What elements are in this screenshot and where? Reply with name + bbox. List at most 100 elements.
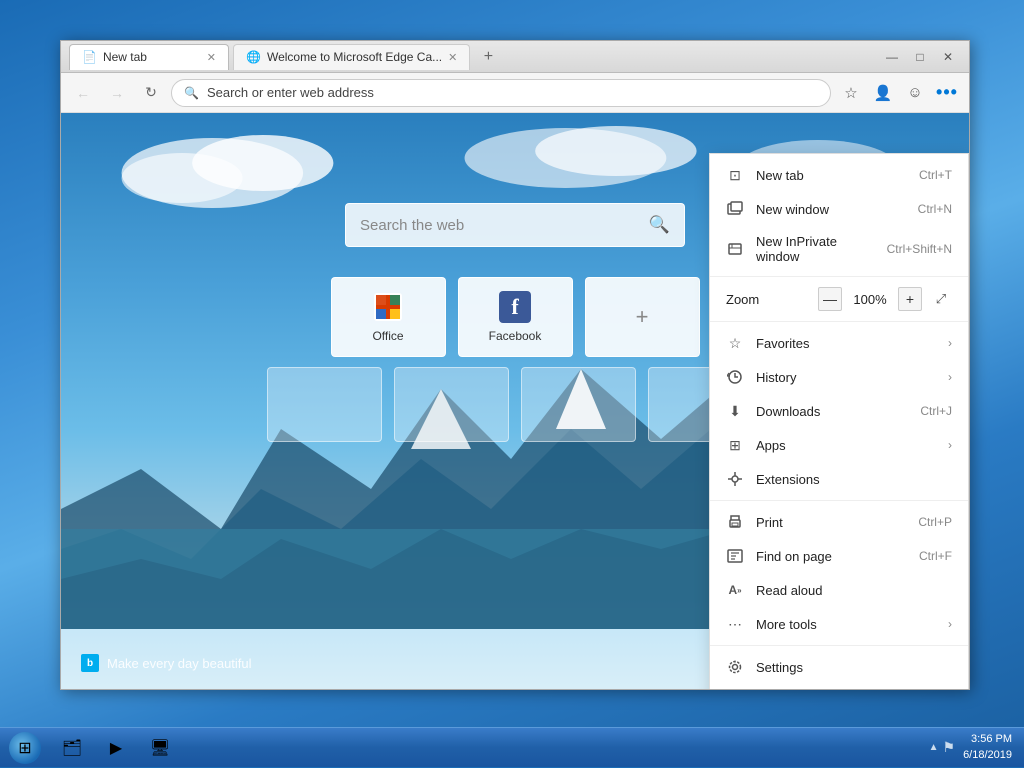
search-icon-address: 🔍 xyxy=(184,86,199,100)
menu-arrow-history: › xyxy=(948,370,952,384)
menu-item-print[interactable]: Print Ctrl+P xyxy=(710,505,968,539)
zoom-row: Zoom — 100% + ⤢ xyxy=(710,281,968,317)
search-box[interactable]: Search the web 🔍 xyxy=(345,203,685,247)
zoom-label: Zoom xyxy=(726,292,810,307)
address-bar: ← → ↻ 🔍 Search or enter web address ☆ 👤 … xyxy=(61,73,969,113)
menu-item-downloads[interactable]: ⬇ Downloads Ctrl+J xyxy=(710,394,968,428)
toolbar-icons: ☆ 👤 ☺ ••• xyxy=(837,79,961,107)
tab-icon-1: 📄 xyxy=(82,50,97,64)
refresh-button[interactable]: ↻ xyxy=(137,79,165,107)
search-placeholder: Search the web xyxy=(360,217,639,234)
taskbar-media-player[interactable]: ▶ xyxy=(96,729,136,767)
menu-divider-4 xyxy=(710,645,968,646)
shortcut-facebook[interactable]: f Facebook xyxy=(458,277,573,357)
facebook-logo-icon: f xyxy=(499,291,531,323)
address-text: Search or enter web address xyxy=(207,85,374,100)
menu-shortcut-new-tab: Ctrl+T xyxy=(919,168,952,182)
extensions-menu-icon xyxy=(726,470,744,488)
bing-branding: b Make every day beautiful xyxy=(81,654,252,672)
tab-label-1: New tab xyxy=(103,50,147,64)
menu-shortcut-find: Ctrl+F xyxy=(919,549,952,563)
favorites-icon[interactable]: ☆ xyxy=(837,79,865,107)
new-window-menu-icon xyxy=(726,200,744,218)
shortcut-office[interactable]: Office xyxy=(331,277,446,357)
tray-flag-icon[interactable]: ⚑ xyxy=(943,739,956,756)
tab-close-1[interactable]: ✕ xyxy=(207,51,216,64)
favorites-menu-icon: ☆ xyxy=(726,334,744,352)
apps-menu-icon: ⊞ xyxy=(726,436,744,454)
find-menu-icon xyxy=(726,547,744,565)
downloads-menu-icon: ⬇ xyxy=(726,402,744,420)
inprivate-menu-icon xyxy=(726,240,744,258)
menu-item-inprivate[interactable]: New InPrivate window Ctrl+Shift+N xyxy=(710,226,968,272)
office-logo-icon xyxy=(372,291,404,323)
menu-item-settings[interactable]: Settings xyxy=(710,650,968,684)
menu-label-history: History xyxy=(756,370,936,385)
browser-window: 📄 New tab ✕ 🌐 Welcome to Microsoft Edge … xyxy=(60,40,970,690)
tab-icon-2: 🌐 xyxy=(246,50,261,64)
menu-divider-3 xyxy=(710,500,968,501)
menu-item-extensions[interactable]: Extensions xyxy=(710,462,968,496)
menu-label-new-tab: New tab xyxy=(756,168,907,183)
taskbar-file-explorer[interactable]: 🗂 xyxy=(52,729,92,767)
search-container: Search the web 🔍 xyxy=(345,203,685,247)
forward-button[interactable]: → xyxy=(103,79,131,107)
window-controls: — □ ✕ xyxy=(879,47,961,67)
menu-arrow-more-tools: › xyxy=(948,617,952,631)
zoom-expand-button[interactable]: ⤢ xyxy=(930,288,952,310)
add-shortcut-icon: + xyxy=(636,304,649,330)
tab-edge-welcome[interactable]: 🌐 Welcome to Microsoft Edge Ca... ✕ xyxy=(233,44,470,70)
tray-date-value: 6/18/2019 xyxy=(963,748,1012,763)
zoom-value: 100% xyxy=(850,292,890,307)
empty-tile-1 xyxy=(267,367,382,442)
menu-button[interactable]: ••• xyxy=(933,79,961,107)
history-menu-icon xyxy=(726,368,744,386)
menu-item-history[interactable]: History › xyxy=(710,360,968,394)
empty-tile-2 xyxy=(394,367,509,442)
emoji-icon[interactable]: ☺ xyxy=(901,79,929,107)
menu-item-find[interactable]: Find on page Ctrl+F xyxy=(710,539,968,573)
zoom-in-button[interactable]: + xyxy=(898,287,922,311)
menu-item-apps[interactable]: ⊞ Apps › xyxy=(710,428,968,462)
tray-clock[interactable]: 3:56 PM 6/18/2019 xyxy=(959,732,1016,763)
tray-expand-icon[interactable]: ▲ xyxy=(929,742,939,753)
menu-label-print: Print xyxy=(756,515,906,530)
close-button[interactable]: ✕ xyxy=(935,47,961,67)
settings-menu-icon xyxy=(726,658,744,676)
search-submit-icon[interactable]: 🔍 xyxy=(649,215,670,235)
new-tab-menu-icon: ⊡ xyxy=(726,166,744,184)
tab-new-tab[interactable]: 📄 New tab ✕ xyxy=(69,44,229,70)
more-tools-menu-icon: ⋯ xyxy=(726,615,744,633)
shortcut-facebook-label: Facebook xyxy=(489,329,542,343)
menu-item-new-tab[interactable]: ⊡ New tab Ctrl+T xyxy=(710,158,968,192)
new-tab-button[interactable]: + xyxy=(474,44,502,70)
menu-label-find: Find on page xyxy=(756,549,907,564)
taskbar-app[interactable]: 🖥 xyxy=(140,729,180,767)
start-button[interactable]: ⊞ xyxy=(0,728,50,768)
shortcut-add[interactable]: + xyxy=(585,277,700,357)
menu-shortcut-print: Ctrl+P xyxy=(918,515,952,529)
taskbar-tray: ▲ ⚑ 3:56 PM 6/18/2019 xyxy=(921,728,1024,767)
taskbar-items: 🗂 ▶ 🖥 xyxy=(50,728,921,767)
menu-label-more-tools: More tools xyxy=(756,617,936,632)
browser-content: Search the web 🔍 xyxy=(61,113,969,689)
tab-close-2[interactable]: ✕ xyxy=(448,51,457,64)
maximize-button[interactable]: □ xyxy=(907,47,933,67)
address-input[interactable]: 🔍 Search or enter web address xyxy=(171,79,831,107)
menu-item-help[interactable]: ? Help and feedback › xyxy=(710,684,968,689)
profile-icon[interactable]: 👤 xyxy=(869,79,897,107)
menu-item-favorites[interactable]: ☆ Favorites › xyxy=(710,326,968,360)
menu-divider-2 xyxy=(710,321,968,322)
shortcuts-row-2 xyxy=(267,367,763,442)
zoom-out-button[interactable]: — xyxy=(818,287,842,311)
tray-time-value: 3:56 PM xyxy=(963,732,1012,747)
menu-item-new-window[interactable]: New window Ctrl+N xyxy=(710,192,968,226)
menu-label-read-aloud: Read aloud xyxy=(756,583,952,598)
menu-item-read-aloud[interactable]: A» Read aloud xyxy=(710,573,968,607)
minimize-button[interactable]: — xyxy=(879,47,905,67)
back-button[interactable]: ← xyxy=(69,79,97,107)
desktop: 📄 New tab ✕ 🌐 Welcome to Microsoft Edge … xyxy=(0,0,1024,767)
menu-label-extensions: Extensions xyxy=(756,472,952,487)
empty-tile-3 xyxy=(521,367,636,442)
menu-item-more-tools[interactable]: ⋯ More tools › xyxy=(710,607,968,641)
